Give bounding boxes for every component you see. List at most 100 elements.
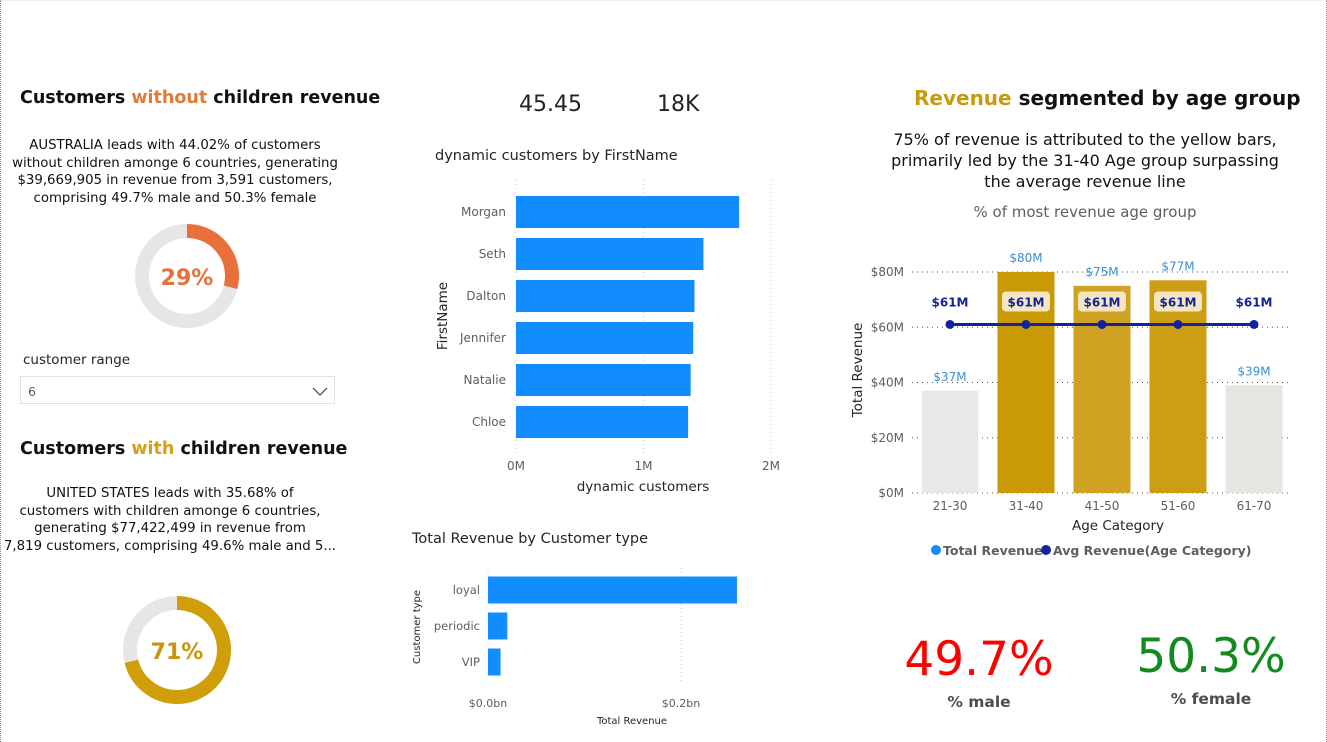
bar[interactable] xyxy=(488,576,737,604)
narrative-line: AUSTRALIA leads with 44.02% of customers xyxy=(29,138,321,153)
avg-point[interactable] xyxy=(945,319,955,329)
bar[interactable] xyxy=(516,196,740,228)
dropdown-value: 6 xyxy=(28,384,36,399)
category-label: Morgan xyxy=(461,205,506,219)
y-tick-label: $60M xyxy=(871,320,904,334)
customer-type-bar-chart: loyal periodic VIP $0.0bn $0.2bn Total Reve… xyxy=(412,568,737,727)
title-text: segmented by age group xyxy=(1011,86,1301,110)
customer-type-chart-title: Total Revenue by Customer type xyxy=(412,531,649,547)
x-tick-label: $0.2bn xyxy=(662,697,700,710)
x-tick-label: 31-40 xyxy=(1009,499,1044,513)
y-tick-label: $20M xyxy=(871,431,904,445)
avg-point[interactable] xyxy=(1021,319,1031,329)
without-children-title: Customers without children revenue xyxy=(20,88,380,108)
narrative-line: 75% of revenue is attributed to the yell… xyxy=(893,130,1277,149)
y-tick-label: $40M xyxy=(871,376,904,390)
bar-data-label: $80M xyxy=(1009,251,1042,265)
avg-point[interactable] xyxy=(1249,319,1259,329)
category-label: loyal xyxy=(453,583,480,597)
narrative-line: generating $77,422,499 in revenue from xyxy=(34,521,306,536)
narrative-line: comprising 49.7% male and 50.3% female xyxy=(33,190,317,206)
avg-data-label: $61M xyxy=(1084,295,1121,309)
bar[interactable] xyxy=(516,280,695,312)
category-label: Seth xyxy=(479,247,506,261)
chevron-down-icon xyxy=(312,387,328,396)
age-chart-narrative: 75% of revenue is attributed to the yell… xyxy=(860,129,1310,192)
avg-data-label: $61M xyxy=(1008,295,1045,309)
age-group-combo-chart: $0M $20M $40M $60M $80M $37M $80M $75M $77M $39M… xyxy=(850,251,1292,558)
with-children-donut: 71% xyxy=(123,596,231,704)
title-text: children revenue xyxy=(207,88,381,108)
legend-marker xyxy=(931,545,941,555)
bar[interactable] xyxy=(1225,385,1283,493)
male-percentage: 49.7% xyxy=(904,632,1054,687)
narrative-line: $39,669,905 in revenue from 3,591 custom… xyxy=(17,173,333,188)
y-tick-label: $0M xyxy=(878,486,904,500)
slicer-label: customer range xyxy=(23,352,131,368)
with-children-narrative: UNITED STATES leads with 35.68% of custo… xyxy=(2,485,338,555)
x-tick-label: 51-60 xyxy=(1161,499,1196,513)
avg-point[interactable] xyxy=(1097,319,1107,329)
age-chart-subtitle: % of most revenue age group xyxy=(973,203,1197,221)
bar[interactable] xyxy=(921,390,979,493)
x-tick-label: 0M xyxy=(507,459,525,473)
legend-label[interactable]: Avg Revenue(Age Category) xyxy=(1053,543,1251,558)
firstname-chart-title: dynamic customers by FirstName xyxy=(435,148,678,164)
firstname-bar-chart: Morgan Seth Dalton Jennifer Natalie Chloe 0M 1… xyxy=(435,180,780,495)
customer-range-dropdown[interactable]: 6 xyxy=(20,376,335,404)
donut-value-label: 71% xyxy=(151,640,204,665)
title-text: children revenue xyxy=(174,439,348,459)
kpi-card-1: 45.45 xyxy=(519,92,582,117)
category-label: periodic xyxy=(434,619,480,633)
bar[interactable] xyxy=(516,406,689,438)
y-axis-title: Total Revenue xyxy=(850,323,866,419)
category-label: VIP xyxy=(462,655,480,669)
without-children-donut: 29% xyxy=(135,224,239,328)
x-axis-title: dynamic customers xyxy=(577,479,710,495)
bar[interactable] xyxy=(516,364,691,396)
x-tick-label: 21-30 xyxy=(933,499,968,513)
x-tick-label: $0.0bn xyxy=(469,697,507,710)
bar[interactable] xyxy=(1073,285,1131,493)
title-text: Customers xyxy=(20,88,132,108)
legend-marker xyxy=(1041,545,1051,555)
female-label: % female xyxy=(1170,690,1252,708)
narrative-line: UNITED STATES leads with 35.68% of xyxy=(46,486,294,501)
y-axis-title: Customer type xyxy=(412,590,423,664)
title-accent: Revenue xyxy=(914,86,1012,110)
bar-data-label: $77M xyxy=(1161,259,1194,273)
category-label: Jennifer xyxy=(459,331,506,345)
avg-point[interactable] xyxy=(1173,319,1183,329)
narrative-line: customers with children amonge 6 countri… xyxy=(19,503,321,519)
without-children-narrative: AUSTRALIA leads with 44.02% of customers… xyxy=(10,137,340,207)
title-text: Customers xyxy=(20,439,132,459)
male-label: % male xyxy=(947,693,1011,711)
bar[interactable] xyxy=(488,648,501,676)
narrative-line: the average revenue line xyxy=(984,172,1186,191)
x-axis-title: Age Category xyxy=(1072,518,1164,534)
narrative-line: 7,819 customers, comprising 49.6% male a… xyxy=(3,538,337,554)
bar-data-label: $39M xyxy=(1237,364,1270,378)
narrative-line: without children amonge 6 countries, gen… xyxy=(12,155,338,171)
bar[interactable] xyxy=(1149,280,1207,493)
bar-data-label: $37M xyxy=(933,370,966,384)
avg-data-label: $61M xyxy=(1236,295,1273,309)
x-tick-label: 41-50 xyxy=(1085,499,1120,513)
legend-label[interactable]: Total Revenue xyxy=(943,543,1043,558)
female-percentage: 50.3% xyxy=(1136,629,1286,684)
y-tick-label: $80M xyxy=(871,265,904,279)
title-accent: without xyxy=(131,88,208,108)
bar[interactable] xyxy=(488,612,508,640)
x-tick-label: 61-70 xyxy=(1237,499,1272,513)
bar-data-label: $75M xyxy=(1085,265,1118,279)
avg-data-label: $61M xyxy=(932,295,969,309)
bar[interactable] xyxy=(516,238,704,270)
y-axis-title: FirstName xyxy=(435,282,451,350)
avg-data-label: $61M xyxy=(1160,295,1197,309)
x-axis-title: Total Revenue xyxy=(596,716,667,727)
age-chart-title: Revenue segmented by age group xyxy=(914,86,1301,110)
donut-value-label: 29% xyxy=(161,266,214,291)
kpi-card-2: 18K xyxy=(657,92,700,117)
bar[interactable] xyxy=(516,322,694,354)
category-label: Natalie xyxy=(464,373,506,387)
